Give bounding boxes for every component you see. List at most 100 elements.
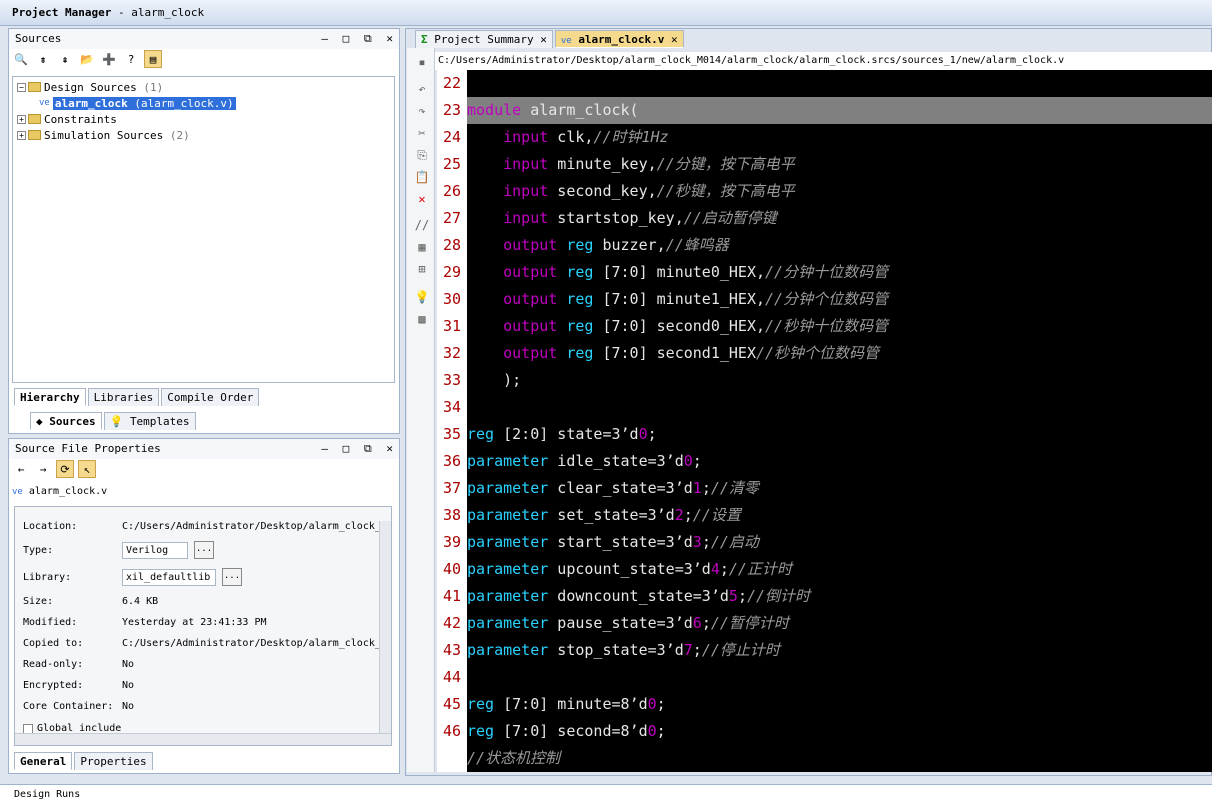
- cut-icon[interactable]: ✂: [414, 126, 430, 142]
- insert-template-icon[interactable]: ⊞: [414, 262, 430, 278]
- prop-encrypted: Encrypted: No: [23, 680, 135, 691]
- tree-selected-item[interactable]: alarm_clock (alarm_clock.v): [52, 96, 236, 110]
- close-icon[interactable]: ✕: [386, 32, 393, 45]
- tab-alarm-clock-v[interactable]: ve alarm_clock.v ✕: [554, 30, 684, 48]
- checkbox[interactable]: [23, 723, 33, 734]
- block-select-icon[interactable]: ▦: [414, 240, 430, 256]
- library-field[interactable]: xil_defaultlib: [122, 568, 216, 586]
- properties-list: Location: C:/Users/Administrator/Desktop/…: [14, 506, 392, 746]
- code-line: output reg [7:0] second1_HEX//秒钟个位数码管: [503, 344, 880, 362]
- tree-row-simulation-sources[interactable]: + Simulation Sources (2): [13, 127, 394, 143]
- line-number: 37: [442, 479, 462, 497]
- folder-icon: [28, 130, 41, 140]
- line-number: 43: [442, 641, 462, 659]
- sigma-icon: Σ: [421, 33, 428, 46]
- type-field[interactable]: Verilog: [122, 541, 188, 559]
- lightbulb-icon[interactable]: 💡: [414, 290, 430, 306]
- line-number: 32: [442, 344, 462, 362]
- line-number: 41: [442, 587, 462, 605]
- tab-general[interactable]: General: [14, 752, 73, 770]
- cursor-icon[interactable]: ↖: [78, 460, 96, 478]
- open-folder-icon[interactable]: 📂: [78, 50, 96, 68]
- tab-hierarchy[interactable]: Hierarchy: [14, 388, 86, 406]
- collapse-all-icon[interactable]: ⇟: [34, 50, 52, 68]
- code-line: reg [2:0] state=3’d0;: [467, 425, 657, 443]
- tab-project-summary[interactable]: Σ Project Summary ✕: [415, 30, 553, 48]
- float-icon[interactable]: ⧉: [364, 32, 372, 45]
- tree-row-design-sources[interactable]: − Design Sources (1): [13, 79, 394, 95]
- code-line: parameter pause_state=3’d6;//暂停计时: [467, 614, 789, 632]
- verilog-file-icon: ve: [12, 487, 23, 497]
- tree-row-alarm-clock[interactable]: ve alarm_clock (alarm_clock.v): [13, 95, 394, 111]
- code-line: input clk,//时钟1Hz: [503, 128, 669, 146]
- library-browse-button[interactable]: ...: [222, 568, 242, 586]
- verilog-file-icon: ve: [560, 36, 572, 46]
- line-number: 30: [442, 290, 462, 308]
- undo-icon[interactable]: ↶: [414, 82, 430, 98]
- line-number: 25: [442, 155, 462, 173]
- folder-icon: [28, 82, 41, 92]
- close-icon[interactable]: ✕: [540, 33, 547, 46]
- tree-label: Constraints: [44, 112, 117, 126]
- code-line: parameter upcount_state=3’d4;//正计时: [467, 560, 792, 578]
- minimize-icon[interactable]: —: [321, 32, 328, 45]
- search-icon[interactable]: 🔍: [12, 50, 30, 68]
- line-number: 40: [442, 560, 462, 578]
- close-icon[interactable]: ✕: [386, 442, 393, 455]
- sources-panel-title: Sources: [15, 32, 62, 45]
- float-icon[interactable]: ⧉: [364, 442, 372, 455]
- tab-templates[interactable]: 💡 Templates: [103, 412, 196, 430]
- collapse-icon[interactable]: −: [17, 82, 26, 92]
- properties-panel-title: Source File Properties: [15, 442, 161, 455]
- properties-vertical-scrollbar[interactable]: [379, 521, 391, 733]
- chip-icon[interactable]: ▩: [414, 312, 430, 328]
- add-sources-icon[interactable]: ➕: [100, 50, 118, 68]
- code-line: parameter downcount_state=3’d5;//倒计时: [467, 587, 811, 605]
- tree-label: Simulation Sources: [44, 128, 164, 142]
- delete-icon[interactable]: ✕: [414, 192, 430, 208]
- maximize-icon[interactable]: □: [343, 32, 350, 45]
- forward-arrow-icon[interactable]: →: [34, 460, 52, 478]
- properties-file-name: ve alarm_clock.v: [12, 486, 108, 497]
- tab-properties[interactable]: Properties: [74, 752, 153, 770]
- prop-type: Type: Verilog...: [23, 541, 214, 559]
- maximize-icon[interactable]: □: [343, 442, 350, 455]
- sources-tree: − Design Sources (1) ve alarm_clock (ala…: [12, 76, 395, 383]
- tab-libraries[interactable]: Libraries: [87, 388, 160, 406]
- redo-icon[interactable]: ↷: [414, 104, 430, 120]
- close-icon[interactable]: ✕: [671, 33, 678, 46]
- line-number: 39: [442, 533, 462, 551]
- type-browse-button[interactable]: ...: [194, 541, 214, 559]
- prop-size: Size: 6.4 KB: [23, 596, 159, 607]
- line-number: 46: [442, 722, 462, 740]
- save-icon[interactable]: ▪: [414, 55, 430, 71]
- tree-row-constraints[interactable]: + Constraints: [13, 111, 394, 127]
- sources-panel-controls: — □ ⧉ ✕: [313, 32, 393, 46]
- line-number: 45: [442, 695, 462, 713]
- expand-all-icon[interactable]: ⇞: [56, 50, 74, 68]
- copy-icon[interactable]: ⎘: [414, 148, 430, 164]
- sources-panel-header: Sources — □ ⧉ ✕: [9, 29, 399, 49]
- help-icon[interactable]: ?: [122, 50, 140, 68]
- tab-sources[interactable]: ◆ Sources: [30, 412, 102, 430]
- code-line: output reg [7:0] minute0_HEX,//分钟十位数码管: [503, 263, 889, 281]
- code-editor[interactable]: module alarm_clock( input clk,//时钟1Hz in…: [467, 70, 1212, 772]
- back-arrow-icon[interactable]: ←: [12, 460, 30, 478]
- paste-icon[interactable]: 📋: [414, 170, 430, 186]
- properties-panel-controls: — □ ⧉ ✕: [313, 442, 393, 456]
- code-line: parameter idle_state=3’d0;: [467, 452, 702, 470]
- expand-icon[interactable]: +: [17, 114, 26, 124]
- line-number: 24: [442, 128, 462, 146]
- minimize-icon[interactable]: —: [321, 442, 328, 455]
- comment-icon[interactable]: //: [414, 218, 430, 234]
- tree-label: Design Sources: [44, 80, 137, 94]
- file-path: C:/Users/Administrator/Desktop/alarm_clo…: [435, 52, 1212, 70]
- expand-icon[interactable]: +: [17, 130, 26, 140]
- properties-horizontal-scrollbar[interactable]: [15, 733, 391, 745]
- line-number: 28: [442, 236, 462, 254]
- refresh-icon[interactable]: ⟳: [56, 460, 74, 478]
- show-hierarchy-icon[interactable]: ▤: [144, 50, 162, 68]
- tab-compile-order[interactable]: Compile Order: [161, 388, 260, 406]
